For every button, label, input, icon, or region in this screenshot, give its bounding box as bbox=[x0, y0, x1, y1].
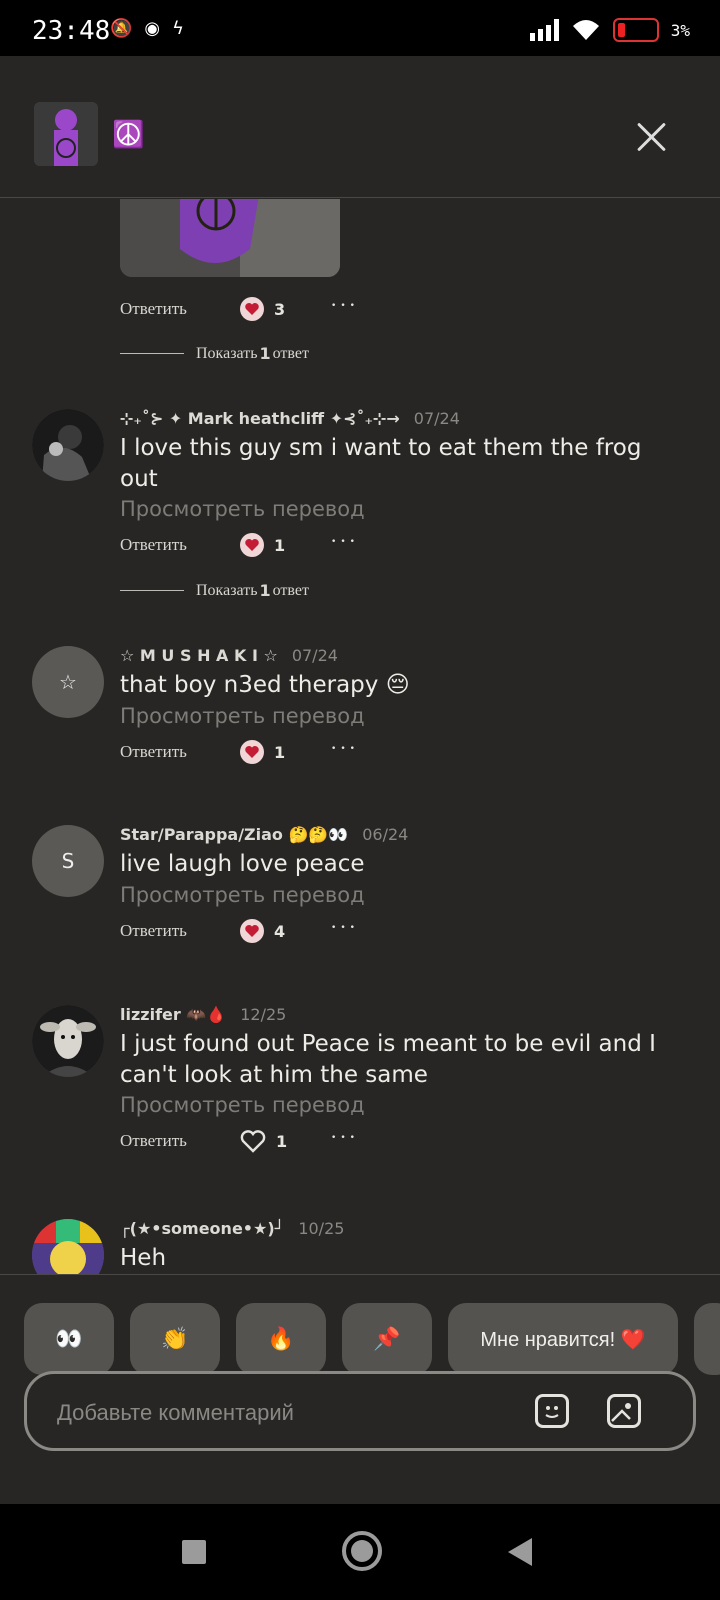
translate-link[interactable]: Просмотреть перевод bbox=[120, 497, 365, 521]
wifi-icon bbox=[572, 20, 599, 40]
username[interactable]: ☆ M U S H A K I ☆ bbox=[120, 646, 278, 665]
heart-icon bbox=[240, 533, 264, 557]
like-count: 1 bbox=[274, 535, 286, 555]
comment-list[interactable]: Ответить 3 ··· Показать 1 ответ ⊹₊˚⊱ ✦ M… bbox=[0, 199, 720, 1274]
reply-button[interactable]: Ответить bbox=[120, 299, 240, 319]
reaction-like-text[interactable]: Мне нравится! ❤️ bbox=[448, 1303, 678, 1375]
peace-icon: ☮️ bbox=[112, 120, 145, 150]
signal-icon bbox=[529, 19, 559, 41]
mute-icon: 🔕 bbox=[110, 18, 133, 39]
like-button[interactable]: 1 bbox=[240, 533, 330, 557]
avatar[interactable] bbox=[32, 1005, 104, 1077]
status-icons-left: 🔕 ◉ ϟ bbox=[110, 18, 184, 39]
comment-meta: lizzifer 🦇🩸 12/25 bbox=[120, 1005, 286, 1024]
reply-button[interactable]: Ответить bbox=[120, 1131, 240, 1151]
avatar[interactable] bbox=[32, 409, 104, 481]
reply-button[interactable]: Ответить bbox=[120, 742, 240, 762]
avatar[interactable]: ☆ bbox=[32, 646, 104, 718]
comment-date: 07/24 bbox=[413, 409, 460, 428]
sheet-header: ☮️ bbox=[0, 56, 720, 198]
translate-link[interactable]: Просмотреть перевод bbox=[120, 1093, 365, 1117]
like-count: 1 bbox=[274, 742, 286, 762]
comment-actions: Ответить 4 ··· bbox=[120, 916, 358, 943]
reply-button[interactable]: Ответить bbox=[120, 921, 240, 941]
comment-date: 12/25 bbox=[240, 1005, 287, 1024]
post-avatar[interactable] bbox=[34, 102, 98, 166]
image-icon[interactable] bbox=[607, 1394, 641, 1428]
comment-meta: Star/Parappa/Ziao 🤔🤔👀 06/24 bbox=[120, 825, 408, 844]
like-count: 1 bbox=[276, 1131, 288, 1151]
divider-line bbox=[120, 353, 184, 354]
status-icons-right: 3% bbox=[529, 18, 690, 42]
recent-apps-button[interactable] bbox=[182, 1540, 206, 1564]
comment-input-box[interactable]: Добавьте комментарий bbox=[24, 1371, 696, 1451]
heart-icon bbox=[240, 919, 264, 943]
comment-text: I love this guy sm i want to eat them th… bbox=[120, 435, 642, 492]
reaction-eyes[interactable]: 👀 bbox=[24, 1303, 114, 1375]
translate-link[interactable]: Просмотреть перевод bbox=[120, 704, 365, 728]
close-icon[interactable] bbox=[630, 116, 674, 160]
translate-link[interactable]: Просмотреть перевод bbox=[120, 883, 365, 907]
show-replies-button[interactable]: Показать 1 ответ bbox=[120, 581, 309, 600]
like-button[interactable]: 3 bbox=[240, 297, 330, 321]
status-time: 23:48 bbox=[32, 16, 111, 46]
comment-text: I just found out Peace is meant to be ev… bbox=[120, 1031, 656, 1088]
comment-actions: Ответить 3 ··· bbox=[120, 294, 358, 321]
comment-input[interactable]: Добавьте комментарий bbox=[57, 1400, 294, 1426]
battery-percent: 3% bbox=[670, 20, 690, 40]
status-bar: 23:48 🔕 ◉ ϟ 3% bbox=[0, 0, 720, 56]
reaction-fire[interactable]: 🔥 bbox=[236, 1303, 326, 1375]
comment-date: 07/24 bbox=[291, 646, 338, 665]
comment-text: live laugh love peace bbox=[120, 851, 365, 877]
comment-text: Heh bbox=[120, 1245, 167, 1271]
more-options-icon[interactable]: ··· bbox=[330, 916, 358, 938]
comment-actions: Ответить 1 ··· bbox=[120, 737, 358, 764]
comments-sheet: ☮️ Ответить 3 ··· Показать 1 ответ ⊹₊˚⊱ … bbox=[0, 56, 720, 1504]
comment-date: 10/25 bbox=[298, 1219, 345, 1238]
like-button[interactable]: 1 bbox=[240, 740, 330, 764]
like-button[interactable]: 1 bbox=[240, 1129, 330, 1153]
more-options-icon[interactable]: ··· bbox=[330, 1126, 358, 1148]
heart-icon bbox=[240, 297, 264, 321]
username[interactable]: lizzifer 🦇🩸 bbox=[120, 1005, 226, 1024]
comment-date: 06/24 bbox=[362, 825, 409, 844]
comment-meta: ⊹₊˚⊱ ✦ Mark heathcliff ✦⊰˚₊⊹→ 07/24 bbox=[120, 409, 460, 428]
like-count: 3 bbox=[274, 299, 286, 319]
comment-image[interactable] bbox=[120, 199, 340, 277]
show-replies-button[interactable]: Показать 1 ответ bbox=[120, 344, 309, 363]
more-options-icon[interactable]: ··· bbox=[330, 530, 358, 552]
back-button[interactable] bbox=[508, 1538, 532, 1566]
like-button[interactable]: 4 bbox=[240, 919, 330, 943]
comment-meta: ┌(★•someone•★)┘ 10/25 bbox=[120, 1219, 344, 1238]
divider-line bbox=[120, 590, 184, 591]
reaction-pin[interactable]: 📌 bbox=[342, 1303, 432, 1375]
avatar[interactable]: S bbox=[32, 825, 104, 897]
quick-reactions-bar: 👀 👏 🔥 📌 Мне нравится! ❤️ bbox=[0, 1274, 720, 1386]
flash-icon: ϟ bbox=[172, 18, 185, 39]
home-button[interactable] bbox=[342, 1531, 382, 1571]
reaction-clap[interactable]: 👏 bbox=[130, 1303, 220, 1375]
more-options-icon[interactable]: ··· bbox=[330, 737, 358, 759]
battery-icon bbox=[612, 18, 659, 42]
avatar[interactable] bbox=[32, 1219, 104, 1274]
sticker-icon[interactable] bbox=[535, 1394, 569, 1428]
username[interactable]: ┌(★•someone•★)┘ bbox=[120, 1219, 284, 1238]
like-count: 4 bbox=[274, 921, 286, 941]
reply-button[interactable]: Ответить bbox=[120, 535, 240, 555]
heart-icon bbox=[240, 740, 264, 764]
navigation-bar bbox=[0, 1504, 720, 1600]
comment-actions: Ответить 1 ··· bbox=[120, 530, 358, 557]
heart-outline-icon bbox=[240, 1130, 266, 1153]
comment-meta: ☆ M U S H A K I ☆ 07/24 bbox=[120, 646, 338, 665]
more-options-icon[interactable]: ··· bbox=[330, 294, 358, 316]
vk-icon: ◉ bbox=[144, 18, 161, 39]
comment-actions: Ответить 1 ··· bbox=[120, 1126, 358, 1153]
reaction-more[interactable] bbox=[694, 1303, 720, 1375]
username[interactable]: ⊹₊˚⊱ ✦ Mark heathcliff ✦⊰˚₊⊹→ bbox=[120, 409, 400, 428]
username[interactable]: Star/Parappa/Ziao 🤔🤔👀 bbox=[120, 825, 348, 844]
comment-text: that boy n3ed therapy 😔 bbox=[120, 672, 410, 698]
